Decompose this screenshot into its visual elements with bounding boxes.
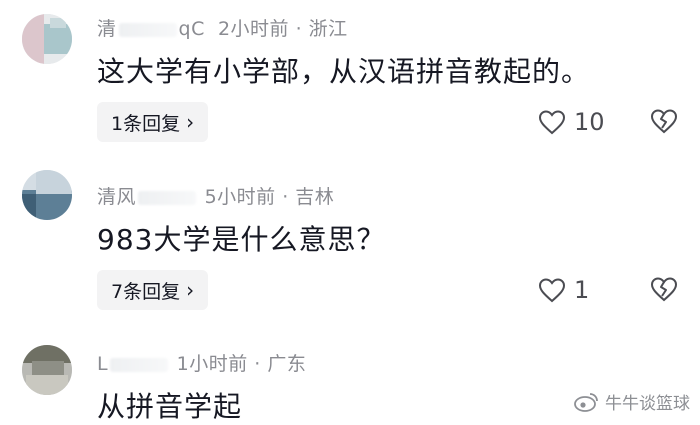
like-button[interactable]: 1: [538, 276, 589, 304]
watermark-text: 牛牛谈篮球: [605, 394, 690, 414]
broken-heart-icon: [650, 109, 678, 134]
weibo-icon: [574, 392, 598, 412]
separator: ·: [254, 353, 261, 375]
like-count: 1: [574, 276, 590, 304]
timestamp: 2小时前: [217, 18, 290, 40]
heart-outline-icon: [538, 278, 566, 303]
avatar[interactable]: [22, 170, 72, 220]
username-blur: [138, 190, 197, 205]
separator: ·: [295, 18, 303, 40]
view-replies-button[interactable]: 7条回复 ›: [97, 270, 209, 310]
comment-text: 这大学有小学部，从汉语拼音教起的。: [97, 55, 591, 88]
like-button[interactable]: 10: [538, 108, 605, 136]
replies-label: 1条回复: [111, 112, 181, 135]
comment-meta: 清风 5小时前 · 吉林: [97, 182, 334, 209]
username[interactable]: L: [97, 353, 108, 375]
avatar[interactable]: [22, 345, 72, 395]
username[interactable]: 清风: [97, 186, 136, 208]
like-count: 10: [574, 108, 605, 136]
comment-meta: 清 qC 2小时前 · 浙江: [97, 14, 348, 41]
location: 吉林: [295, 186, 335, 208]
chevron-right-icon: ›: [186, 278, 195, 302]
comment-text: 从拼音学起: [97, 390, 243, 423]
username[interactable]: 清: [97, 18, 117, 40]
timestamp: 5小时前: [204, 186, 276, 208]
separator: ·: [282, 186, 289, 208]
comment-meta: L 1小时前 · 广东: [97, 349, 306, 376]
username-blur: [110, 357, 169, 372]
heart-outline-icon: [538, 110, 566, 135]
timestamp: 1小时前: [176, 353, 248, 375]
broken-heart-icon: [650, 277, 678, 302]
username-tail[interactable]: qC: [179, 18, 205, 40]
chevron-right-icon: ›: [186, 110, 195, 134]
username-blur: [118, 22, 177, 37]
watermark: 牛牛谈篮球: [573, 389, 690, 414]
location: 浙江: [308, 18, 348, 40]
view-replies-button[interactable]: 1条回复 ›: [97, 102, 209, 142]
avatar[interactable]: [22, 14, 72, 64]
location: 广东: [267, 353, 307, 375]
dislike-button[interactable]: [650, 276, 678, 306]
replies-label: 7条回复: [111, 280, 181, 303]
dislike-button[interactable]: [650, 108, 678, 138]
comment-text: 983大学是什么意思？: [97, 223, 386, 256]
